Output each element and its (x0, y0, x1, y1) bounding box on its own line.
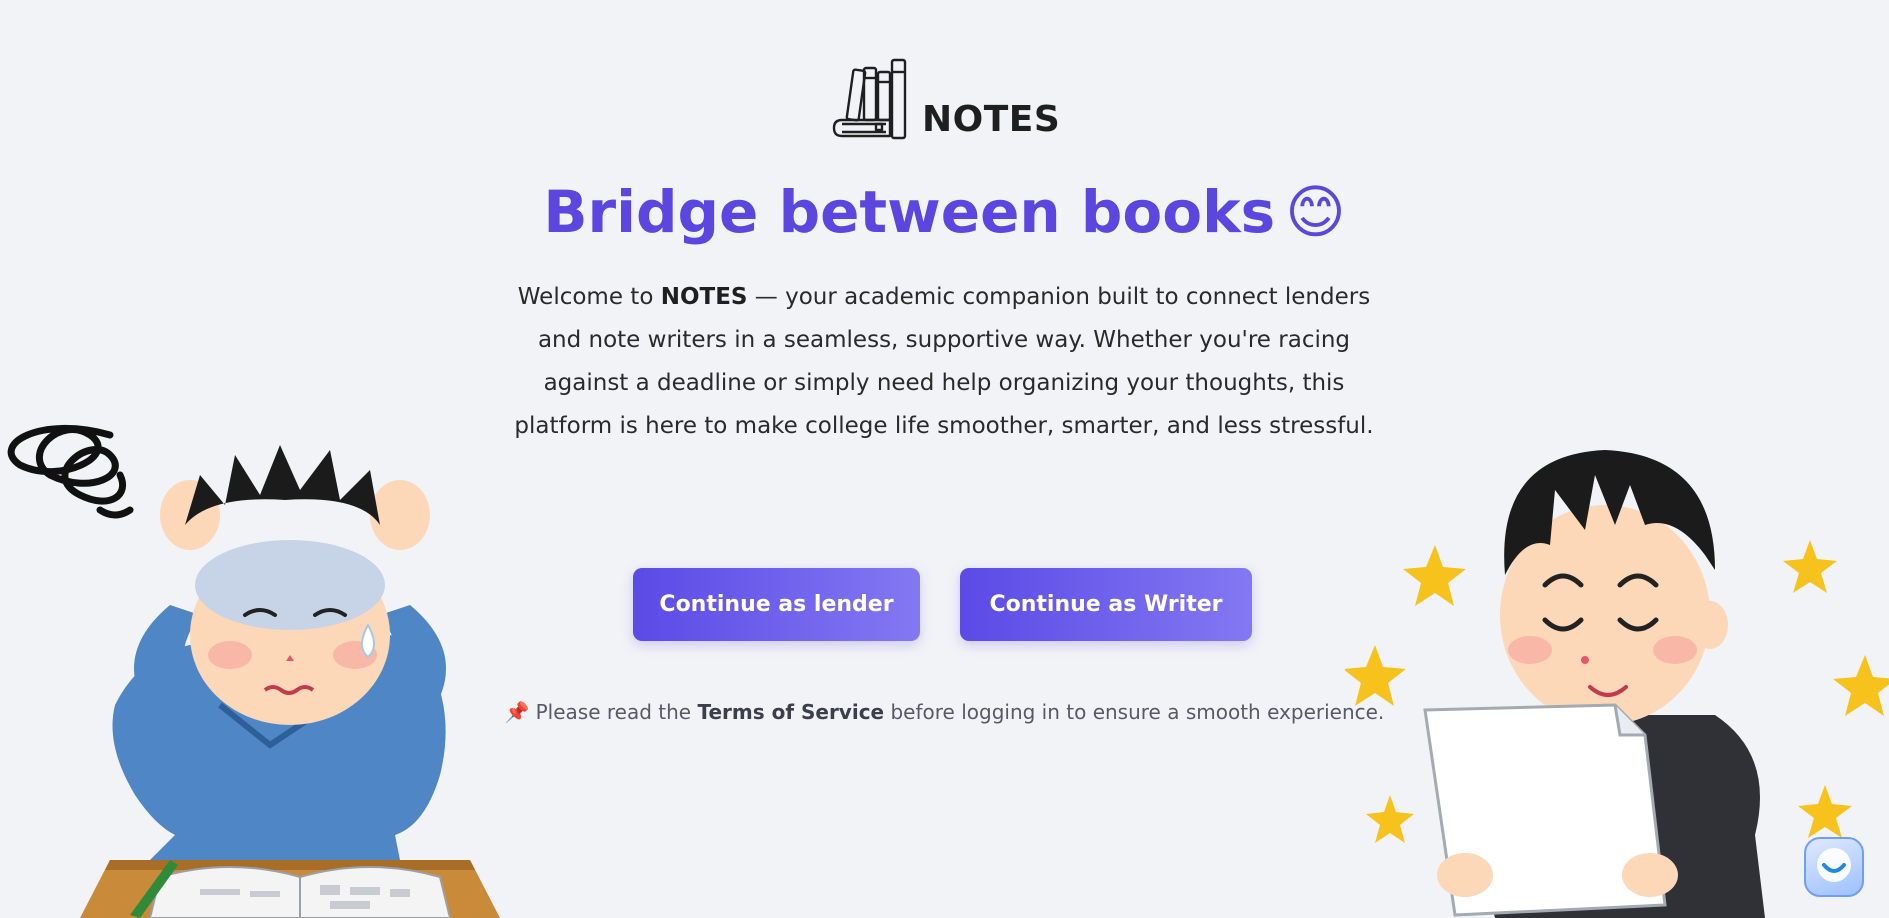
brand-name: NOTES (922, 99, 1061, 140)
intro-paragraph: Welcome to NOTES — your academic compani… (494, 276, 1394, 448)
notice-prefix: Please read the (535, 700, 698, 724)
chat-widget-button[interactable] (1804, 837, 1864, 897)
landing-page: NOTES Bridge between books 😊 Welcome to N… (0, 0, 1889, 918)
brand-logo[interactable]: NOTES (830, 54, 1060, 144)
stressed-student-illustration (0, 415, 520, 918)
continue-as-lender-button[interactable]: Continue as lender (633, 568, 920, 641)
page-title-text: Bridge between books (543, 178, 1276, 246)
intro-brand: NOTES (660, 284, 748, 310)
continue-as-writer-button[interactable]: Continue as Writer (960, 568, 1252, 641)
books-icon (830, 58, 920, 144)
page-title: Bridge between books 😊 (0, 178, 1889, 246)
smile-emoji-icon: 😊 (1285, 178, 1346, 246)
chat-smile-icon (1814, 845, 1854, 889)
intro-prefix: Welcome to (517, 284, 661, 310)
terms-of-service-link[interactable]: Terms of Service (697, 700, 884, 724)
notice-suffix: before logging in to ensure a smooth exp… (884, 700, 1385, 724)
